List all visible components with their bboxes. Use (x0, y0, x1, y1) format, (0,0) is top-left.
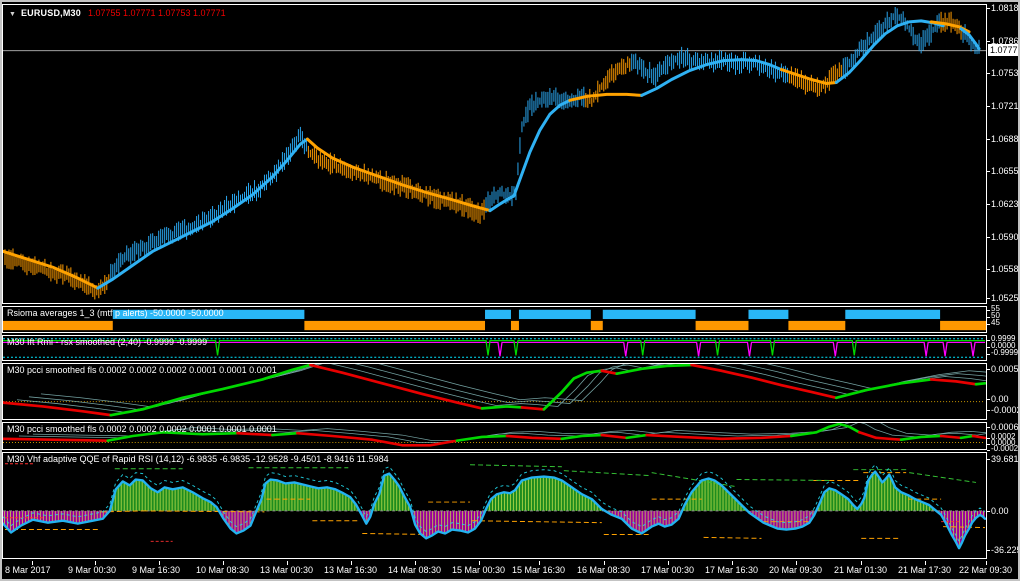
ift-rmi-pane[interactable]: M30 Ift Rmi - rsx smoothed (2,40) -0.999… (2, 335, 987, 361)
pcci2-axis-label: 0.0006 (991, 422, 1019, 432)
price-tick-label: 1.05580 (991, 264, 1019, 274)
current-price-tag: 1.07771 (988, 44, 1020, 56)
qqe-label: M30 Vhf adaptive QQE of Rapid RSI (14,12… (7, 454, 389, 464)
chart-title: ▼ EURUSD,M30 1.07755 1.07771 1.07753 1.077… (9, 8, 226, 18)
pcci-green-segment (974, 381, 986, 386)
pcci-red-segment (600, 369, 619, 376)
rsioma-up-ribbon (845, 309, 941, 320)
qqe-pane[interactable]: M30 Vhf adaptive QQE of Rapid RSI (14,12… (2, 452, 987, 559)
time-tick-label: 14 Mar 08:30 (388, 565, 442, 575)
price-tick-label: 1.05905 (991, 232, 1019, 242)
qqe-orange-dash (362, 532, 427, 535)
pcci1-axis-label: 0.0005 (991, 364, 1019, 374)
pcci-red-segment (929, 378, 978, 386)
pcci1-axis-label: 0.00 (991, 394, 1009, 404)
rsioma-down-ribbon (695, 320, 749, 331)
pcci-red-segment (3, 401, 113, 417)
price-tick-label: 1.08185 (991, 3, 1019, 13)
pcci-green-segment (455, 434, 509, 442)
pcci-red-segment (505, 434, 564, 441)
pcci-red-segment (645, 433, 793, 441)
time-tick-label: 17 Mar 00:30 (641, 565, 695, 575)
rsioma-down-ribbon (788, 320, 846, 331)
rsioma-up-ribbon (748, 309, 789, 320)
pcci-red-segment (296, 431, 459, 447)
time-tick-label: 9 Mar 16:30 (132, 565, 181, 575)
time-tick-label: 16 Mar 08:30 (577, 565, 631, 575)
pcci-red-segment (3, 437, 110, 442)
pcci-red-segment (600, 433, 629, 440)
symbol-label: EURUSD,M30 (20, 8, 81, 18)
pcci1-axis-label: -0.0002 (991, 405, 1020, 415)
price-tick-label: 1.07535 (991, 68, 1019, 78)
pcci-green-segment (959, 434, 975, 440)
rsioma-down-ribbon (940, 320, 986, 331)
pcci1-pane[interactable]: M30 pcci smoothed fls 0.0002 0.0002 0.00… (2, 363, 987, 420)
pcci-red-segment (971, 434, 986, 440)
ma-line-orange (568, 92, 644, 102)
main-chart-canvas[interactable] (3, 5, 986, 303)
time-tick-label: 8 Mar 2017 (5, 565, 51, 575)
price-tick-label: 1.07210 (991, 101, 1019, 111)
qqe-green-dash (909, 472, 977, 483)
time-tick-label: 13 Mar 16:30 (324, 565, 378, 575)
main-chart-pane[interactable]: ▼ EURUSD,M30 1.07755 1.07771 1.07753 1.077… (2, 4, 987, 304)
time-tick-label: 21 Mar 17:30 (898, 565, 952, 575)
pcci-red-segment (939, 434, 963, 440)
pcci2-axis-label: -0.0002 (991, 444, 1019, 453)
pcci-green-segment (480, 405, 524, 410)
time-tick-label: 13 Mar 00:30 (260, 565, 314, 575)
qqe-orange-dash (535, 521, 602, 524)
pcci-green-segment (625, 433, 649, 440)
rsioma-down-ribbon (304, 320, 486, 331)
rsioma-up-ribbon (602, 309, 696, 320)
qqe-axis-label: 0.00 (991, 506, 1009, 516)
qqe-axis-label: -36.2255 (991, 545, 1018, 555)
pcci-green-segment (789, 423, 861, 438)
chart-window: ▼ EURUSD,M30 1.07755 1.07771 1.07753 1.077… (0, 0, 1020, 581)
pcci2-label: M30 pcci smoothed fls 0.0002 0.0002 0.00… (7, 424, 277, 434)
pcci-green-segment (834, 378, 933, 400)
pcci1-label: M30 pcci smoothed fls 0.0002 0.0002 0.00… (7, 365, 277, 375)
rsioma-down-ribbon (590, 320, 603, 331)
qqe-green-dash (736, 479, 832, 481)
qqe-green-dash (563, 470, 650, 477)
pcci2-pane[interactable]: M30 pcci smoothed fls 0.0002 0.0002 0.00… (2, 422, 987, 450)
time-tick-label: 22 Mar 09:30 (959, 565, 1013, 575)
pcci-green-segment (615, 364, 693, 375)
qqe-orange-dash (703, 536, 762, 539)
ift-rmi-label: M30 Ift Rmi - rsx smoothed (2,40) -0.999… (7, 337, 208, 347)
time-tick-label: 15 Mar 16:30 (512, 565, 566, 575)
rsioma-down-ribbon (510, 320, 519, 331)
time-tick-label: 21 Mar 01:30 (834, 565, 888, 575)
rsioma-pane[interactable]: Rsioma averages 1_3 (mtf p alerts) -50.0… (2, 306, 987, 333)
ma-line-orange (305, 137, 492, 213)
price-tick-label: 1.06880 (991, 134, 1019, 144)
rmi-axis-label: -0.9999 (991, 348, 1019, 357)
qqe-green-dash (470, 464, 562, 468)
rsioma-up-ribbon (518, 309, 591, 320)
rsioma-down-ribbon (3, 320, 113, 331)
rsioma-up-ribbon (485, 309, 511, 320)
chart-dropdown-icon[interactable]: ▼ (9, 11, 16, 18)
qqe-axis-label: 39.6817 (991, 454, 1019, 464)
qqe-canvas[interactable] (3, 453, 986, 558)
time-tick-label: 17 Mar 16:30 (705, 565, 759, 575)
time-tick-label: 10 Mar 08:30 (196, 565, 250, 575)
pcci-red-segment (520, 406, 546, 411)
price-tick-label: 1.06555 (991, 166, 1019, 176)
rsioma-axis-label: 45 (991, 318, 1000, 327)
time-axis[interactable]: 8 Mar 2017 9 Mar 00:30 9 Mar 16:30 10 Mar 0… (2, 561, 1018, 579)
price-axis[interactable]: 1.081851.078601.075351.072101.068801.065… (987, 2, 1020, 560)
time-tick-label: 20 Mar 09:30 (769, 565, 823, 575)
ohlc-values: 1.07755 1.07771 1.07753 1.07771 (87, 8, 226, 18)
time-tick-label: 15 Mar 00:30 (452, 565, 506, 575)
pcci-red-segment (857, 430, 903, 442)
rsioma-label: Rsioma averages 1_3 (mtf p alerts) -50.0… (7, 308, 224, 318)
price-tick-label: 1.06230 (991, 199, 1019, 209)
time-tick-label: 9 Mar 00:30 (68, 565, 117, 575)
price-tick-label: 1.05250 (991, 293, 1019, 303)
